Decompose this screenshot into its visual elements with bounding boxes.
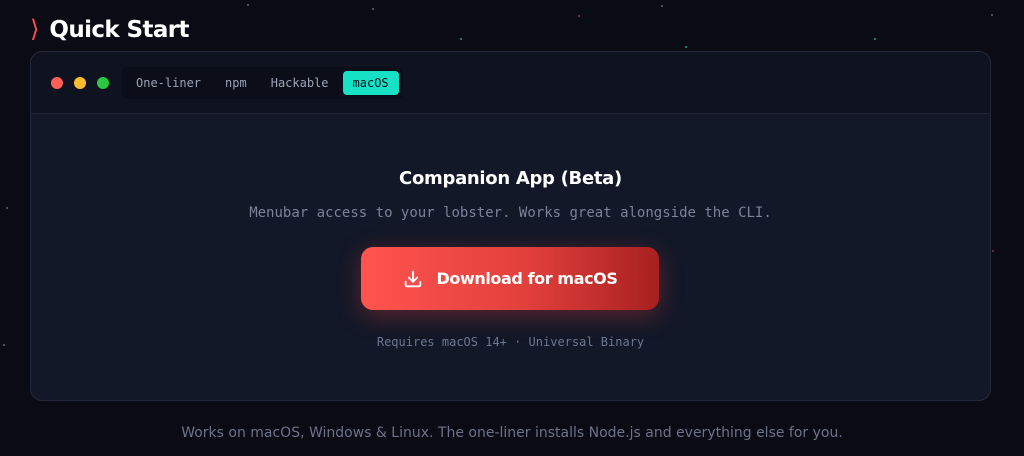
background-star (372, 8, 374, 10)
background-star (6, 207, 8, 209)
chevron-right-icon: ⟩ (30, 15, 40, 43)
section-title: Quick Start (49, 17, 189, 43)
window-minimize-dot (74, 77, 86, 89)
background-star (661, 5, 663, 7)
download-button-label: Download for macOS (436, 269, 618, 288)
install-method-tabs: One-liner npm Hackable macOS (122, 67, 403, 99)
tab-npm[interactable]: npm (215, 71, 257, 95)
tab-macos[interactable]: macOS (342, 71, 399, 95)
card-titlebar: One-liner npm Hackable macOS (31, 52, 990, 114)
background-star (685, 46, 687, 48)
tab-one-liner[interactable]: One-liner (126, 71, 211, 95)
install-card: One-liner npm Hackable macOS Companion A… (30, 51, 991, 401)
window-close-dot (51, 77, 63, 89)
card-body: Companion App (Beta) Menubar access to y… (31, 114, 990, 400)
background-star (992, 250, 994, 252)
tab-hackable[interactable]: Hackable (261, 71, 339, 95)
background-star (874, 38, 876, 40)
background-star (247, 4, 249, 6)
background-star (991, 14, 993, 16)
platform-note: Works on macOS, Windows & Linux. The one… (181, 425, 843, 441)
background-star (578, 15, 580, 17)
download-icon (405, 270, 422, 287)
background-star (3, 344, 5, 346)
system-requirements: Requires macOS 14+ · Universal Binary (376, 335, 645, 349)
background-star (460, 38, 462, 40)
download-macos-button[interactable]: Download for macOS (361, 247, 659, 310)
section-heading: ⟩ Quick Start (30, 12, 190, 48)
window-maximize-dot (97, 77, 109, 89)
companion-app-subtitle: Menubar access to your lobster. Works gr… (249, 205, 772, 221)
companion-app-title: Companion App (Beta) (399, 168, 622, 189)
